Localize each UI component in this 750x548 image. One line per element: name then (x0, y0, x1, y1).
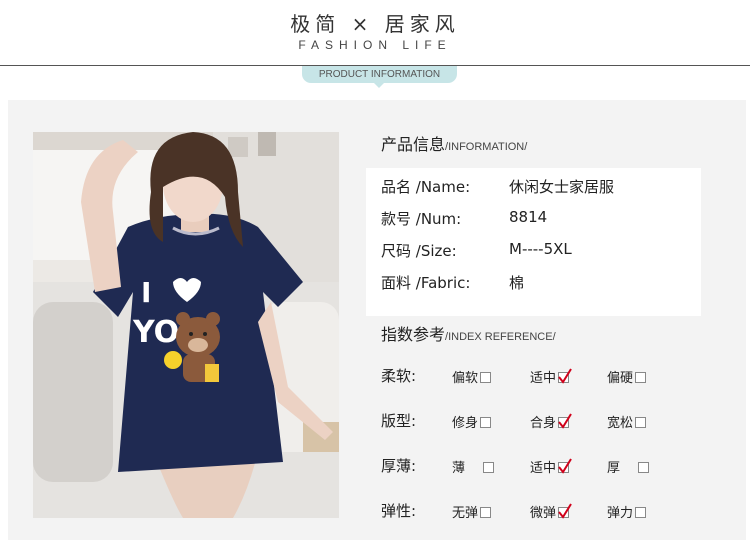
reference-option: 偏硬 (607, 367, 647, 386)
info-value-size: M----5XL (509, 240, 572, 258)
section-badge: PRODUCT INFORMATION (302, 66, 457, 83)
reference-option: 无弹 (452, 502, 492, 521)
reference-option: 适中 (530, 457, 572, 476)
option-label: 无弹 (452, 506, 479, 521)
reference-option: 偏软 (452, 367, 492, 386)
info-value-name: 休闲女士家居服 (509, 178, 615, 196)
reference-option: 修身 (452, 412, 492, 431)
checkbox-icon (635, 372, 647, 383)
reference-label: 版型: (381, 412, 417, 430)
reference-option: 合身 (530, 412, 572, 431)
checked-box-icon (558, 413, 572, 429)
checked-box-icon (558, 503, 572, 519)
option-label: 薄 (452, 461, 466, 476)
checkbox-icon (483, 462, 495, 473)
reference-label: 弹性: (381, 502, 417, 520)
checkbox-icon (480, 417, 492, 428)
reference-title-en: /INDEX REFERENCE/ (445, 331, 556, 343)
checkbox-icon (480, 507, 492, 518)
info-value-num: 8814 (509, 208, 548, 226)
info-label-name: 品名 /Name: (381, 178, 471, 196)
reference-label: 厚薄: (381, 457, 417, 475)
option-label: 偏硬 (607, 371, 634, 386)
badge-pointer (374, 83, 384, 88)
reference-section-title: 指数参考/INDEX REFERENCE/ (381, 321, 556, 345)
reference-option: 厚 (607, 457, 650, 476)
checkbox-icon (480, 372, 492, 383)
option-label: 弹力 (607, 506, 634, 521)
page-subtitle: FASHION LIFE (298, 38, 452, 52)
checked-box-icon (558, 458, 572, 474)
info-section-title: 产品信息/INFORMATION/ (381, 131, 527, 155)
reference-option: 微弹 (530, 502, 572, 521)
reference-option: 宽松 (607, 412, 647, 431)
info-title-en: /INFORMATION/ (445, 141, 528, 153)
info-value-fabric: 棉 (509, 274, 525, 292)
option-label: 宽松 (607, 416, 634, 431)
reference-label: 柔软: (381, 367, 417, 385)
reference-option: 弹力 (607, 502, 647, 521)
option-label: 微弹 (530, 506, 557, 521)
option-label: 适中 (530, 371, 557, 386)
option-label: 厚 (607, 461, 621, 476)
reference-title-cn: 指数参考 (381, 325, 446, 344)
svg-text:I: I (141, 276, 151, 309)
option-label: 适中 (530, 461, 557, 476)
reference-option: 薄 (452, 457, 495, 476)
page-title: 极简 × 居家风 (290, 12, 460, 36)
checkbox-icon (635, 417, 647, 428)
option-label: 偏软 (452, 371, 479, 386)
reference-option: 适中 (530, 367, 572, 386)
option-label: 合身 (530, 416, 557, 431)
option-label: 修身 (452, 416, 479, 431)
info-title-cn: 产品信息 (381, 135, 446, 154)
checked-box-icon (558, 368, 572, 384)
info-label-size: 尺码 /Size: (381, 242, 457, 260)
checkbox-icon (638, 462, 650, 473)
info-label-fabric: 面料 /Fabric: (381, 274, 471, 292)
product-photo: I YOU! (33, 132, 339, 518)
checkbox-icon (635, 507, 647, 518)
info-label-num: 款号 /Num: (381, 210, 462, 228)
